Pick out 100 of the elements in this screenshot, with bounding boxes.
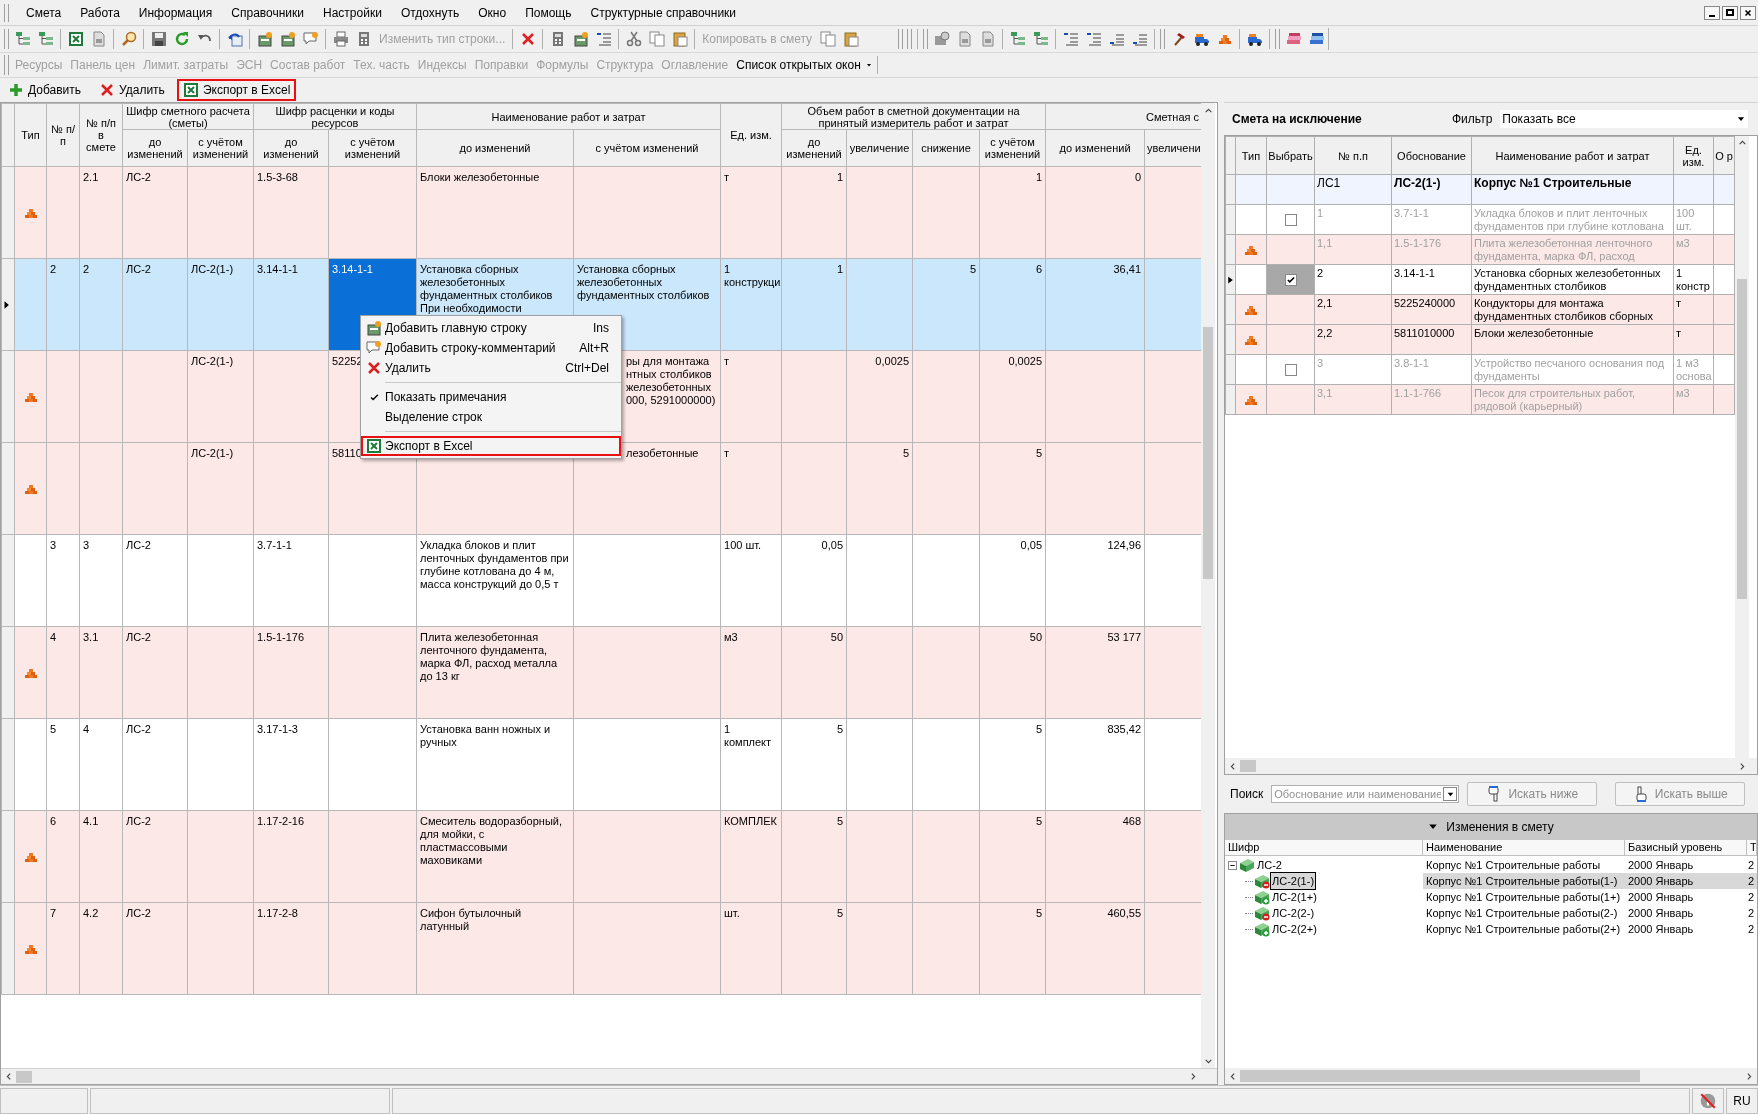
table-cell[interactable]: 1 <box>785 263 843 276</box>
table-cell[interactable]: 3.1 <box>83 631 120 644</box>
restore-button[interactable] <box>1722 5 1738 20</box>
table-cell[interactable]: 5 <box>983 815 1043 828</box>
table-cell[interactable]: ЛС-2 <box>126 907 185 920</box>
table-cell[interactable]: 2 <box>50 263 77 276</box>
table-row[interactable]: 3 3 ЛС-2 3.7-1-1 Укладка блоков и плит ленточных фундаментов при глубине котлована до 4 м, масса конструкций до 0,5 т 100 шт. 0,05 0,05 124,96 <box>1 534 1201 627</box>
menu-item[interactable]: Экспорт в Excel <box>361 436 621 456</box>
action-button[interactable]: Удалить <box>93 79 171 101</box>
tree-item[interactable]: ЛС-2(2+) <box>1271 920 1318 938</box>
table-cell[interactable]: 5 <box>785 723 843 736</box>
table-cell[interactable]: 100 шт. <box>724 539 779 552</box>
table-cell[interactable]: 5 <box>850 447 909 460</box>
scrollbar-thumb[interactable] <box>1240 1070 1640 1082</box>
menu-item[interactable]: Смета <box>22 3 66 22</box>
table-cell[interactable]: 124,96 <box>1049 539 1142 552</box>
vertical-scrollbar[interactable] <box>1735 136 1749 758</box>
close-button[interactable] <box>1740 5 1756 20</box>
scrollbar-thumb[interactable] <box>1203 327 1213 579</box>
table-row[interactable]: 6 4.1 ЛС-2 1.17-2-16 Смеситель водоразборный, для мойки, с пластмассовыми маховиками КОМПЛЕК 5 5 468 <box>1 810 1201 903</box>
table-row[interactable]: 2,1 5225240000 Кондукторы для монтажа фундаментных столбиков сборных т <box>1225 294 1735 325</box>
table-cell[interactable]: ЛС-2 <box>126 631 185 644</box>
table-cell[interactable]: м3 <box>724 631 779 644</box>
table-cell[interactable]: 3.14-1-1 <box>257 263 326 276</box>
table-cell[interactable]: ЛС-2 <box>126 723 185 736</box>
table-cell[interactable]: 50 <box>785 631 843 644</box>
table-cell[interactable]: ЛС-2(1-) <box>191 263 251 276</box>
table-cell[interactable]: 2 <box>83 263 120 276</box>
table-cell[interactable]: 53 177 <box>1049 631 1142 644</box>
table-cell[interactable]: 3 <box>50 539 77 552</box>
table-row[interactable]: ЛС1 ЛС-2(1-) Корпус №1 Строительные <box>1225 174 1735 205</box>
table-cell[interactable]: 5 <box>983 447 1043 460</box>
table-cell[interactable]: лезобетонные <box>626 447 718 460</box>
table-cell[interactable]: 4.1 <box>83 815 120 828</box>
table-cell[interactable]: 36,41 <box>1049 263 1142 276</box>
menu-item[interactable]: Справочники <box>227 3 309 22</box>
scrollbar-thumb[interactable] <box>16 1070 32 1083</box>
table-cell[interactable]: 0,0025 <box>983 355 1043 368</box>
table-cell[interactable]: шт. <box>724 907 779 920</box>
menu-item[interactable]: Окно <box>474 3 511 22</box>
table-cell[interactable]: 0 <box>1049 171 1142 184</box>
menu-item[interactable]: Удалить Ctrl+Del <box>361 358 621 378</box>
table-cell[interactable]: 0,05 <box>785 539 843 552</box>
menu-item[interactable]: Помощь <box>521 3 576 22</box>
table-cell[interactable]: т <box>724 447 779 460</box>
window-list-dropdown[interactable]: Список открытых окон <box>732 56 878 74</box>
table-cell[interactable]: Установка сборных железобетонных фундаментных столбиков <box>577 263 718 302</box>
table-cell[interactable]: Блоки железобетонные <box>420 171 571 184</box>
menu-item[interactable]: Настройки <box>319 3 386 22</box>
tree-item[interactable]: ЛС-2(2-) <box>1271 904 1316 922</box>
table-cell[interactable]: 5 <box>983 907 1043 920</box>
table-cell[interactable]: ЛС-2 <box>126 171 185 184</box>
table-row[interactable]: 2,2 5811010000 Блоки железобетонные т <box>1225 324 1735 355</box>
vertical-scrollbar[interactable] <box>1201 103 1215 1068</box>
table-cell[interactable]: 6 <box>983 263 1043 276</box>
table-cell[interactable]: КОМПЛЕК <box>724 815 779 828</box>
table-cell[interactable]: 50 <box>983 631 1043 644</box>
table-cell[interactable]: т <box>724 171 779 184</box>
table-cell[interactable]: 1.17-2-16 <box>257 815 326 828</box>
menu-item[interactable]: Показать примечания <box>361 387 621 407</box>
tree-item[interactable]: ЛС-2(1-) <box>1271 872 1316 890</box>
table-cell[interactable]: 4.2 <box>83 907 120 920</box>
horizontal-scrollbar[interactable] <box>1225 1068 1757 1084</box>
table-cell[interactable]: 6 <box>50 815 77 828</box>
table-cell[interactable]: ЛС-2 <box>126 815 185 828</box>
section-header[interactable]: Изменения в смету <box>1225 814 1757 840</box>
table-cell[interactable]: ЛС-2 <box>126 539 185 552</box>
menu-item[interactable]: Работа <box>76 3 124 22</box>
table-row[interactable]: 2.1 ЛС-2 1.5-3-68 Блоки железобетонные т 1 1 0 <box>1 166 1201 259</box>
menu-item[interactable]: Отдохнуть <box>396 3 464 22</box>
table-cell[interactable]: 5 <box>983 723 1043 736</box>
menu-item[interactable]: Информация <box>134 3 217 22</box>
action-button[interactable]: Добавить <box>2 79 88 101</box>
minimize-button[interactable] <box>1704 5 1720 20</box>
tree-item[interactable]: ЛС-2(1+) <box>1271 888 1318 906</box>
table-cell[interactable]: 5 <box>50 723 77 736</box>
horizontal-scrollbar[interactable] <box>1 1068 1217 1084</box>
table-cell[interactable]: т <box>724 355 779 368</box>
table-cell[interactable]: 0,05 <box>983 539 1043 552</box>
table-cell[interactable]: 468 <box>1049 815 1142 828</box>
filter-dropdown[interactable]: Показать все <box>1500 110 1748 128</box>
table-row[interactable]: 7 4.2 ЛС-2 1.17-2-8 Сифон бутылочный латунный шт. 5 5 460,55 <box>1 902 1201 995</box>
table-cell[interactable]: 1.17-2-8 <box>257 907 326 920</box>
table-cell[interactable]: Установка сборных железобетонных фундаментных столбиков При необходимости <box>420 263 571 315</box>
table-cell[interactable]: 3.17-1-3 <box>257 723 326 736</box>
table-cell[interactable]: 0,0025 <box>850 355 909 368</box>
table-cell[interactable]: 4 <box>83 723 120 736</box>
scrollbar-thumb[interactable] <box>1737 279 1747 599</box>
table-cell[interactable]: 1.5-3-68 <box>257 171 326 184</box>
table-row[interactable]: 2 3.14-1-1 Установка сборных железобетонных фундаментных столбиков 1 констр <box>1225 264 1735 295</box>
table-cell[interactable]: 5 <box>916 263 976 276</box>
table-cell[interactable]: 4 <box>50 631 77 644</box>
checkbox[interactable] <box>1284 273 1297 286</box>
scrollbar-thumb[interactable] <box>1240 760 1256 772</box>
table-cell[interactable]: 5 <box>785 907 843 920</box>
table-cell[interactable]: 3 <box>83 539 120 552</box>
search-field[interactable]: Обоснование или наименование <box>1271 785 1460 803</box>
table-cell[interactable]: 1.5-1-176 <box>257 631 326 644</box>
table-cell[interactable]: 2.1 <box>83 171 120 184</box>
menu-item[interactable]: Структурные справочники <box>586 3 741 22</box>
